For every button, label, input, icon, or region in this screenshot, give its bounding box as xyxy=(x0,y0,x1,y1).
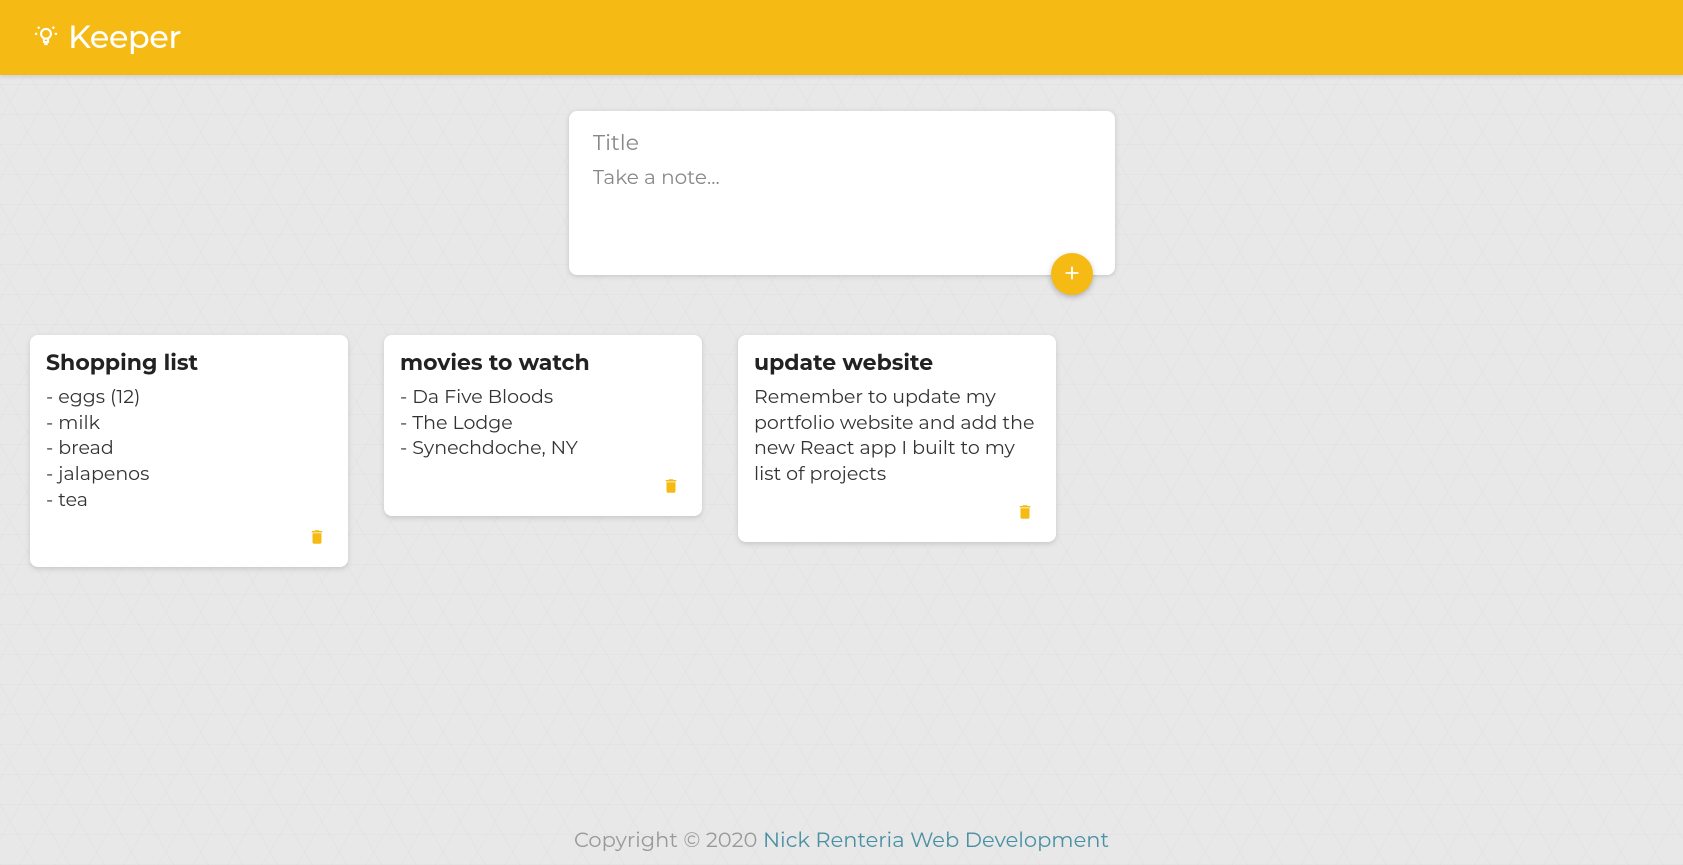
copyright-text: Copyright © 2020 xyxy=(574,828,763,853)
note-title: Shopping list xyxy=(46,349,332,376)
note-title: movies to watch xyxy=(400,349,686,376)
create-note-form xyxy=(569,111,1115,275)
delete-note-button[interactable] xyxy=(656,469,686,506)
app-header: Keeper xyxy=(0,0,1683,75)
footer-link[interactable]: Nick Renteria Web Development xyxy=(763,828,1109,853)
notes-grid: Shopping list - eggs (12) - milk - bread… xyxy=(0,295,1683,587)
plus-icon xyxy=(1061,262,1083,287)
lightbulb-icon xyxy=(32,21,60,54)
logo: Keeper xyxy=(32,18,1651,57)
note-content-input[interactable] xyxy=(593,166,1091,246)
page-footer: Copyright © 2020 Nick Renteria Web Devel… xyxy=(0,808,1683,865)
note-card: movies to watch - Da Five Bloods - The L… xyxy=(384,335,702,516)
app-title: Keeper xyxy=(68,18,181,57)
note-title: update website xyxy=(754,349,1040,376)
note-content: - Da Five Bloods - The Lodge - Synechdoc… xyxy=(400,384,686,461)
add-note-button[interactable] xyxy=(1051,253,1093,295)
delete-note-button[interactable] xyxy=(1010,495,1040,532)
note-content: Remember to update my portfolio website … xyxy=(754,384,1040,487)
note-title-input[interactable] xyxy=(593,129,1091,156)
trash-icon xyxy=(662,485,680,500)
trash-icon xyxy=(1016,511,1034,526)
delete-note-button[interactable] xyxy=(302,520,332,557)
note-content: - eggs (12) - milk - bread - jalapenos -… xyxy=(46,384,332,512)
note-card: Shopping list - eggs (12) - milk - bread… xyxy=(30,335,348,567)
note-card: update website Remember to update my por… xyxy=(738,335,1056,542)
trash-icon xyxy=(308,536,326,551)
